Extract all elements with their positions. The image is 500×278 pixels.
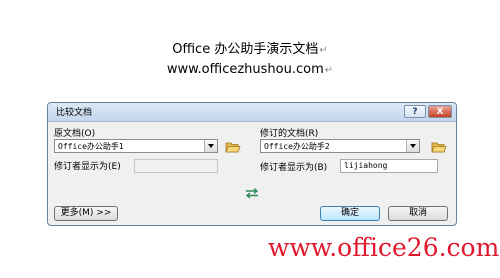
revised-document-label: 修订的文档(R): [260, 129, 319, 139]
revised-reviewer-input[interactable]: lijiahong: [340, 159, 438, 173]
paragraph-mark: ↵: [324, 65, 334, 76]
chevron-down-icon[interactable]: [204, 140, 217, 152]
swap-arrows-icon[interactable]: [244, 187, 260, 199]
close-button[interactable]: X: [428, 105, 452, 118]
paragraph-mark: ↵: [319, 45, 328, 56]
document-title-line: Office 办公助手演示文档↵: [0, 38, 500, 57]
dialog-titlebar[interactable]: 比较文档 ? X: [48, 103, 456, 122]
ok-button[interactable]: 确定: [320, 206, 380, 221]
original-document-value: Office办公助手1: [58, 142, 124, 151]
original-document-label: 原文档(O): [54, 129, 96, 139]
original-reviewer-input[interactable]: [134, 159, 218, 173]
original-browse-button[interactable]: [225, 139, 241, 154]
site-watermark: www.office26.com: [268, 233, 500, 262]
compare-documents-dialog: 比较文档 ? X 原文档(O) Office办公助手1 修订者显示为(E) 修订…: [47, 102, 457, 226]
revised-browse-button[interactable]: [431, 139, 447, 154]
folder-open-icon: [431, 142, 447, 153]
document-url: www.officezhushou.com: [166, 62, 324, 77]
folder-open-icon: [225, 142, 241, 153]
help-button[interactable]: ?: [404, 105, 426, 118]
more-button[interactable]: 更多(M) >>: [54, 206, 118, 221]
dialog-title: 比较文档: [56, 108, 93, 118]
revised-reviewer-value: lijiahong: [344, 161, 388, 170]
original-document-select[interactable]: Office办公助手1: [54, 139, 218, 153]
close-icon: X: [436, 107, 444, 117]
cancel-button[interactable]: 取消: [388, 206, 448, 221]
document-url-line: www.officezhushou.com↵: [0, 62, 500, 77]
original-reviewer-label: 修订者显示为(E): [54, 162, 121, 172]
document-title: Office 办公助手演示文档: [172, 42, 319, 57]
revised-reviewer-label: 修订者显示为(B): [260, 163, 328, 173]
help-icon: ?: [412, 107, 418, 117]
revised-document-value: Office办公助手2: [264, 142, 330, 151]
revised-document-select[interactable]: Office办公助手2: [260, 139, 420, 153]
page: Office 办公助手演示文档↵ www.officezhushou.com↵ …: [0, 0, 500, 278]
chevron-down-icon[interactable]: [406, 140, 419, 152]
